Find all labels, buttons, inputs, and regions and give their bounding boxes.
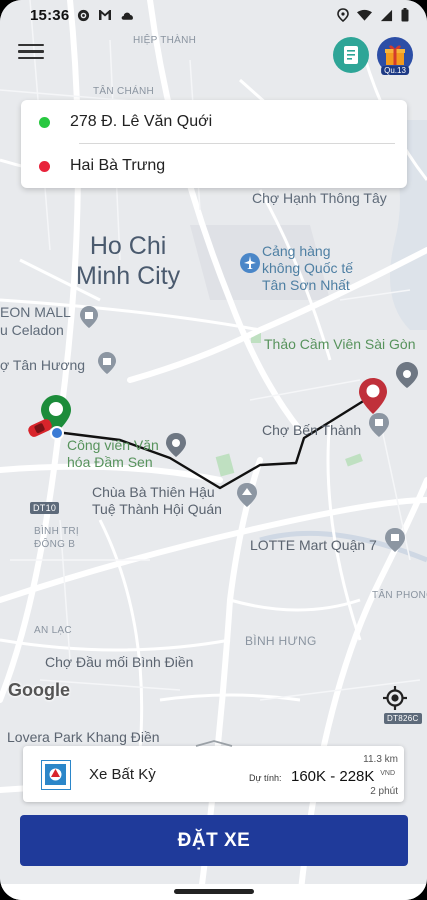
airport-label-line: Cảng hàng: [262, 243, 331, 259]
vehicle-name: Xe Bất Kỳ: [89, 766, 156, 783]
destination-address: Hai Bà Trưng: [70, 157, 166, 174]
battery-icon: [401, 8, 409, 22]
shopping-icon: [385, 528, 405, 552]
google-logo: Google: [8, 680, 70, 700]
vehicle-option[interactable]: Xe Bất Kỳ 11.3 km VND Dự tính: 160K - 22…: [23, 746, 404, 802]
park-icon: [166, 433, 186, 457]
my-location-icon[interactable]: [381, 684, 409, 712]
pickup-field[interactable]: 278 Đ. Lê Văn Quới: [21, 100, 407, 144]
gift-icon: [385, 45, 405, 65]
market-label: Chợ Đầu mối Bình Điền: [45, 654, 194, 670]
map-label: BÌNH HƯNG: [245, 634, 317, 648]
lotte-label: LOTTE Mart Quận 7: [250, 537, 377, 553]
aeon-mall-label-line: EON MALL: [0, 304, 71, 320]
park-label: Công viên Văn hóa Đầm Sen: [67, 437, 159, 471]
note-button[interactable]: [333, 37, 369, 73]
zoo-label: Thảo Cầm Viên Sài Gòn: [264, 336, 416, 352]
shopping-icon: [369, 413, 389, 437]
menu-button[interactable]: [18, 40, 44, 62]
gear-icon: [78, 9, 90, 21]
pickup-address: 278 Đ. Lê Văn Quới: [70, 113, 213, 130]
park-label-line: hóa Đầm Sen: [67, 454, 153, 470]
map-label: HIỆP THÀNH: [133, 35, 197, 46]
airport-label-line: Tân Sơn Nhất: [262, 277, 350, 293]
book-ride-button[interactable]: ĐẶT XE: [20, 815, 408, 866]
map-label: TÂN PHONG: [372, 590, 427, 601]
city-label: Ho Chi Minh City: [76, 231, 180, 291]
destination-dot-icon: [39, 160, 50, 172]
vehicle-type-icon: [41, 760, 71, 790]
status-bar: 15:36: [0, 0, 427, 30]
park-label-line: Công viên Văn: [67, 437, 159, 453]
wifi-icon: [357, 9, 372, 21]
status-time: 15:36: [30, 6, 70, 24]
phone-screen: HIỆP THÀNH TÂN CHÁNH Chợ Hạnh Thông Tây …: [0, 0, 427, 900]
location-icon: [337, 8, 349, 22]
chevron-up-icon[interactable]: [194, 739, 234, 747]
ben-thanh-label: Chợ Bến Thành: [262, 422, 362, 438]
home-indicator[interactable]: [174, 889, 254, 894]
pagoda-label-line: Tuệ Thành Hội Quán: [92, 501, 222, 517]
shopping-icon: [80, 306, 98, 328]
map-label: ợ Tân Hương: [0, 357, 86, 373]
note-icon: [344, 46, 358, 64]
city-label-line: Minh City: [76, 262, 181, 290]
airport-label-line: không Quốc tế: [262, 260, 354, 276]
pagoda-label: Chùa Bà Thiên Hậu Tuệ Thành Hội Quán: [92, 484, 222, 518]
map-label: BÌNH TRỊ ĐÔNG B: [34, 526, 79, 550]
aeon-mall-label-line: u Celadon: [0, 322, 64, 338]
hamburger-icon: [18, 44, 44, 47]
temple-icon: [237, 483, 257, 507]
pagoda-label-line: Chùa Bà Thiên Hậu: [92, 484, 215, 500]
gift-button[interactable]: Qu.13: [377, 37, 413, 75]
destination-field[interactable]: Hai Bà Trưng: [21, 144, 407, 188]
road-shield: DT10: [30, 502, 60, 514]
pickup-dot-icon: [39, 116, 50, 128]
aeon-mall-label: EON MALL u Celadon: [0, 303, 71, 339]
map-label: AN LẠC: [34, 625, 72, 636]
zoo-icon: [396, 362, 418, 388]
map-label: Lovera Park Khang Điền: [7, 729, 160, 745]
trip-distance: 11.3 km: [363, 754, 398, 765]
hamburger-icon: [18, 56, 44, 60]
map-label: Chợ Hạnh Thông Tây: [252, 190, 387, 206]
signal-icon: [380, 9, 393, 21]
map-label: TÂN CHÁNH: [93, 86, 155, 97]
hamburger-icon: [18, 50, 44, 53]
road-shield: DT826C: [384, 713, 422, 724]
airport-label: Cảng hàng không Quốc tế Tân Sơn Nhất: [262, 243, 353, 294]
shopping-icon: [98, 352, 116, 374]
estimate-label: Dự tính:: [249, 773, 282, 783]
destination-marker-icon: [359, 378, 387, 414]
eta-label: 2 phút: [370, 786, 398, 797]
city-label-line: Ho Chi: [89, 232, 167, 260]
current-location-icon: [50, 426, 64, 440]
route-card: 278 Đ. Lê Văn Quới Hai Bà Trưng: [21, 100, 407, 188]
currency-label: VND: [380, 770, 395, 777]
price-range: 160K - 228K: [291, 768, 375, 785]
gmail-icon: [99, 10, 112, 20]
gift-badge: Qu.13: [381, 66, 409, 75]
airport-icon: [240, 253, 260, 273]
cloud-icon: [122, 12, 134, 20]
